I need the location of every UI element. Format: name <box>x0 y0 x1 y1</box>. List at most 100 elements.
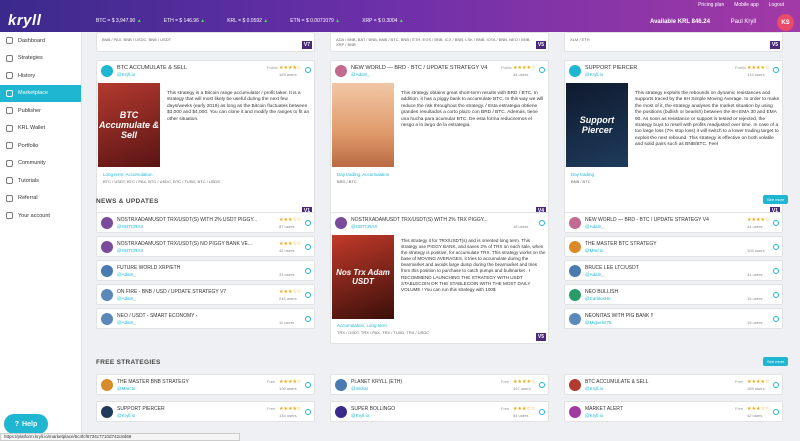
free-strategy-item[interactable]: THE MASTER BNB STRATEGY @Marcto Free ★★★… <box>96 374 315 395</box>
referral-icon <box>6 194 13 202</box>
strategy-avatar <box>335 217 347 229</box>
info-icon[interactable] <box>539 67 545 73</box>
user-avatar[interactable]: KS <box>777 14 794 31</box>
news-section-heading: NEWS & UPDATES <box>96 198 159 205</box>
mobile-app-link[interactable]: Mobile app <box>734 2 758 8</box>
strategy-image: BTC Accumulate & Sell <box>98 83 160 167</box>
info-icon[interactable] <box>773 67 779 73</box>
info-icon[interactable] <box>773 316 779 322</box>
dashboard-icon <box>6 37 13 45</box>
publisher-icon <box>6 107 13 115</box>
strategy-avatar <box>101 241 113 253</box>
pricing-plan-link[interactable]: Pricing plan <box>698 2 724 8</box>
kryll-logo[interactable]: kryll <box>8 12 41 29</box>
sidebar-item-krl-wallet[interactable]: KRL Wallet <box>0 120 81 138</box>
news-list-item[interactable]: NEW WORLD — BRD - BTC / UPDATE STRATEGY … <box>564 212 783 233</box>
tutorials-icon <box>6 177 13 185</box>
info-icon[interactable] <box>773 268 779 274</box>
top-links: Pricing plan Mobile app Logout <box>698 2 784 8</box>
wallet-icon <box>6 124 13 132</box>
strategy-avatar <box>569 265 581 277</box>
strategy-avatar <box>101 265 113 277</box>
news-featured-card[interactable]: NOSTRXADAMUSDT TRX/USDT(S) WITH 2% TRX P… <box>330 212 549 344</box>
strategy-image <box>332 83 394 167</box>
strategy-card-partial[interactable]: BNB / PAX, BNB / USDC, BNB / USDT V7 <box>96 32 315 52</box>
sidebar-item-community[interactable]: Community <box>0 155 81 173</box>
strategy-avatar <box>101 379 113 391</box>
sidebar-item-history[interactable]: History <box>0 67 81 85</box>
info-icon[interactable] <box>305 244 311 250</box>
strategy-avatar <box>335 65 347 77</box>
info-icon[interactable] <box>305 409 311 415</box>
strategy-avatar <box>569 217 581 229</box>
sidebar-item-portfolio[interactable]: Portfolio <box>0 137 81 155</box>
info-icon[interactable] <box>773 382 779 388</box>
info-icon[interactable] <box>539 382 545 388</box>
status-bar-url: https://platform.kryll.io/marketplace/5c… <box>0 433 240 441</box>
info-icon[interactable] <box>305 268 311 274</box>
sidebar-item-tutorials[interactable]: Tutorials <box>0 172 81 190</box>
news-see-more-button[interactable]: See more <box>763 195 789 204</box>
free-see-more-button[interactable]: See more <box>763 357 789 366</box>
free-strategy-item[interactable]: SUPPORT PIERCER @Kryll.io Free ★★★★☆ 134… <box>96 401 315 422</box>
marketplace-icon <box>6 89 13 97</box>
info-icon[interactable] <box>305 292 311 298</box>
featured-strategy-card[interactable]: BTC ACCUMULATE & SELL @Kryll.io Public ★… <box>96 60 315 218</box>
info-icon[interactable] <box>305 316 311 322</box>
info-icon[interactable] <box>305 382 311 388</box>
info-icon[interactable] <box>539 409 545 415</box>
news-list-item[interactable]: BRUCE LEE LTC/USDT @Adam_ 41 users <box>564 260 783 281</box>
sidebar-item-publisher[interactable]: Publisher <box>0 102 81 120</box>
top-bar: Pricing plan Mobile app Logout kryll BTC… <box>0 0 800 32</box>
news-list-item[interactable]: THE MASTER BTC STRATEGY @Marcto 109 user… <box>564 236 783 257</box>
free-strategy-item[interactable]: MARKET ALERT @Kryll.io Free ★★★☆☆ 42 use… <box>564 401 783 422</box>
strategy-avatar <box>569 289 581 301</box>
rating-stars: ★★★★☆ <box>747 65 770 71</box>
help-icon: ? <box>14 420 20 428</box>
portfolio-icon <box>6 142 13 150</box>
strategy-avatar <box>101 65 113 77</box>
ticker-etn: ETN = $ 0.0071079 ▲ <box>290 18 341 24</box>
sidebar-item-strategies[interactable]: Strategies <box>0 50 81 68</box>
account-icon <box>6 212 13 220</box>
free-strategy-item[interactable]: BTC ACCUMULATE & SELL @Kryll.io Free ★★★… <box>564 374 783 395</box>
sidebar-item-referral[interactable]: Referral <box>0 190 81 208</box>
sidebar: Dashboard Strategies History Marketplace… <box>0 32 82 441</box>
strategy-avatar <box>335 379 347 391</box>
news-list-item[interactable]: NEO / USDT - SMART ECONOMY - @Adam_ 11 u… <box>96 308 315 329</box>
free-strategy-item[interactable]: SUPER BOLLINGO @Kryll.io Free ★★★☆☆ 54 u… <box>330 401 549 422</box>
user-name[interactable]: Paul Kryll <box>731 19 756 25</box>
sidebar-item-marketplace[interactable]: Marketplace <box>0 84 81 102</box>
main-content: BNB / PAX, BNB / USDC, BNB / USDT V7 ADA… <box>90 32 790 441</box>
sidebar-item-dashboard[interactable]: Dashboard <box>0 32 81 50</box>
strategies-icon <box>6 54 13 62</box>
info-icon[interactable] <box>773 409 779 415</box>
strategy-avatar <box>569 241 581 253</box>
ticker-btc: BTC = $ 3,947.90 ▲ <box>96 18 142 24</box>
info-icon[interactable] <box>305 67 311 73</box>
ticker-krl: KRL = $ 0.0592 ▲ <box>227 18 269 24</box>
logout-link[interactable]: Logout <box>769 2 784 8</box>
free-strategy-item[interactable]: PLANET KRYLL (ETH) @mkhar Free ★★★★☆ 107… <box>330 374 549 395</box>
info-icon[interactable] <box>773 292 779 298</box>
strategy-image: Support Piercer <box>566 83 628 167</box>
info-icon[interactable] <box>539 220 545 226</box>
info-icon[interactable] <box>773 220 779 226</box>
featured-strategy-card[interactable]: NEW WORLD — BRD - BTC / UPDATE STRATEGY … <box>330 60 549 218</box>
strategy-avatar <box>101 406 113 418</box>
news-list-item[interactable]: NEONITAS WITH PIG BANK !! @Miguelxt78 19… <box>564 308 783 329</box>
news-list-item[interactable]: NEO BULLISH @CarlitosHe 15 users <box>564 284 783 305</box>
strategy-avatar <box>101 217 113 229</box>
news-list-item[interactable]: FUTURE WORLD XRP/ETH @Adam_ 33 users <box>96 260 315 281</box>
help-button[interactable]: ? Help <box>4 414 48 434</box>
sidebar-item-your-account[interactable]: Your account <box>0 207 81 225</box>
news-list-item[interactable]: NOSTRXADAMUSDT TRX/USDT(S) WITH 2% USDT … <box>96 212 315 233</box>
news-list-item[interactable]: ON FIRE - BNB / USD / UPDATE STRATEGY V7… <box>96 284 315 305</box>
info-icon[interactable] <box>773 244 779 250</box>
featured-strategy-card[interactable]: SUPPORT PIERCER @Kryll.io Public ★★★★☆ 1… <box>564 60 783 218</box>
strategy-avatar <box>569 313 581 325</box>
strategy-card-partial[interactable]: ADA / BNB, BAT / BNB, BNB / BTC, BNB / E… <box>330 32 549 52</box>
info-icon[interactable] <box>305 220 311 226</box>
strategy-card-partial[interactable]: XLM / ETH V5 <box>564 32 783 52</box>
news-list-item[interactable]: NOSTRXADAMUSDT TRX/USDT(S) NO PIGGY BANK… <box>96 236 315 257</box>
